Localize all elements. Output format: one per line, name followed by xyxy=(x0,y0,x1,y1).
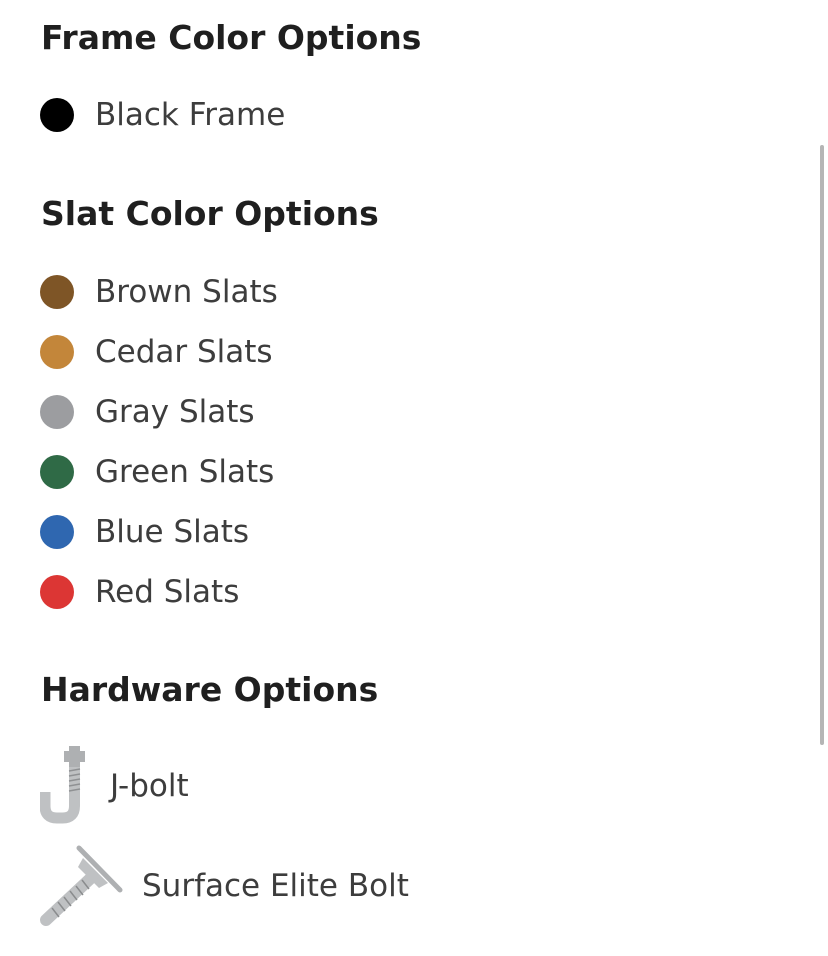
brown-swatch xyxy=(40,275,74,309)
hardware-option-label: Surface Elite Bolt xyxy=(142,868,409,904)
hardware-option-j-bolt[interactable]: J-bolt xyxy=(40,746,189,826)
frame-option-black[interactable]: Black Frame xyxy=(40,95,285,135)
frame-color-title: Frame Color Options xyxy=(41,18,422,57)
scrollbar[interactable] xyxy=(820,145,824,745)
slat-option-label: Gray Slats xyxy=(95,394,255,430)
slat-option-blue[interactable]: Blue Slats xyxy=(40,512,249,552)
slat-option-label: Red Slats xyxy=(95,574,240,610)
surface-elite-bolt-icon xyxy=(40,845,123,926)
slat-option-label: Cedar Slats xyxy=(95,334,273,370)
slat-option-cedar[interactable]: Cedar Slats xyxy=(40,332,273,372)
red-swatch xyxy=(40,575,74,609)
hardware-option-surface-elite-bolt[interactable]: Surface Elite Bolt xyxy=(40,844,409,928)
cedar-swatch xyxy=(40,335,74,369)
gray-swatch xyxy=(40,395,74,429)
frame-option-label: Black Frame xyxy=(95,97,286,133)
slat-color-title: Slat Color Options xyxy=(41,194,379,233)
green-swatch xyxy=(40,455,74,489)
blue-swatch xyxy=(40,515,74,549)
slat-option-red[interactable]: Red Slats xyxy=(40,572,239,612)
slat-option-gray[interactable]: Gray Slats xyxy=(40,392,255,432)
hardware-options-title: Hardware Options xyxy=(41,670,379,709)
slat-option-label: Blue Slats xyxy=(95,514,250,550)
j-bolt-icon xyxy=(40,746,85,824)
hardware-option-label: J-bolt xyxy=(110,768,189,804)
slat-option-brown[interactable]: Brown Slats xyxy=(40,272,278,312)
slat-option-label: Green Slats xyxy=(95,454,275,490)
slat-option-label: Brown Slats xyxy=(95,274,278,310)
black-swatch xyxy=(40,98,74,132)
slat-option-green[interactable]: Green Slats xyxy=(40,452,274,492)
